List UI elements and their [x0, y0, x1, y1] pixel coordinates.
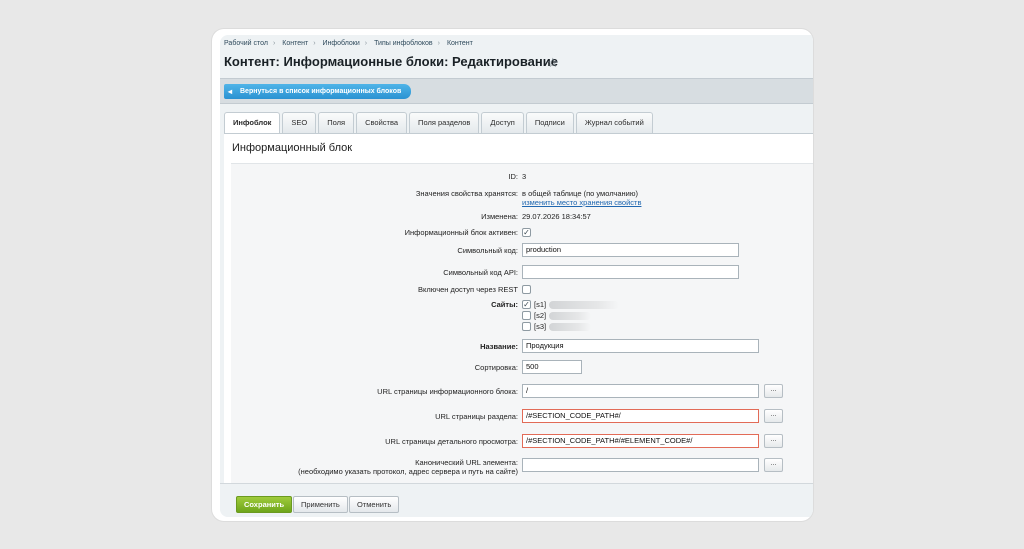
section-url-label: URL страницы раздела: — [435, 412, 518, 421]
sites-label: Сайты: — [491, 300, 518, 309]
code-label: Символьный код: — [457, 246, 518, 255]
detail-url-browse-button[interactable]: ... — [764, 434, 783, 448]
footer-toolbar: Сохранить Применить Отменить — [220, 483, 813, 517]
breadcrumb-separator: › — [364, 40, 368, 47]
breadcrumb-separator: › — [437, 40, 440, 47]
modified-label: Изменена: — [481, 212, 518, 221]
section-url-input[interactable]: /#SECTION_CODE_PATH#/ — [522, 409, 759, 423]
active-checkbox[interactable]: ✓ — [522, 228, 531, 237]
breadcrumb-item-content[interactable]: Контент — [282, 40, 308, 47]
modified-value: 29.07.2026 18:34:57 — [522, 212, 591, 221]
favorite-star-icon[interactable]: ☆ — [547, 55, 559, 71]
api-code-label: Символьный код API: — [443, 268, 518, 277]
rest-checkbox[interactable] — [522, 285, 531, 294]
save-button[interactable]: Сохранить — [236, 496, 293, 513]
action-bar: ◂ Вернуться в список информационных блок… — [220, 78, 813, 104]
breadcrumb-item-iblocks[interactable]: Инфоблоки — [322, 40, 359, 47]
detail-url-label: URL страницы детального просмотра: — [385, 437, 518, 446]
tab-properties[interactable]: Свойства — [356, 112, 408, 133]
list-url-browse-button[interactable]: ... — [764, 384, 783, 398]
breadcrumb-item-iblock-types[interactable]: Типы инфоблоков — [374, 40, 433, 47]
breadcrumb: Рабочий стол › Контент › Инфоблоки › Типы и… — [224, 40, 473, 47]
canonical-url-browse-button[interactable]: ... — [764, 458, 783, 472]
code-input[interactable]: production — [522, 243, 739, 257]
tab-fields[interactable]: Поля — [318, 112, 355, 133]
change-storage-link[interactable]: изменить место хранения свойств — [522, 198, 641, 207]
storage-label: Значения свойства хранятся: — [415, 189, 518, 198]
site-s1-code: [s1] — [534, 300, 547, 309]
site-s2-checkbox[interactable] — [522, 311, 531, 320]
storage-value: в общей таблице (по умолчанию) — [522, 189, 638, 198]
breadcrumb-separator: › — [272, 40, 276, 47]
name-label: Название: — [480, 342, 518, 351]
tab-bar: Инфоблок SEO Поля Свойства Поля разделов Дост… — [224, 112, 655, 134]
back-arrow-icon: ◂ — [228, 87, 233, 96]
site-s2-code: [s2] — [534, 311, 547, 320]
canonical-url-input[interactable] — [522, 458, 759, 472]
site-s2-name-blurred — [549, 312, 591, 320]
page-title: Контент: Информационные блоки: Редактиро… — [224, 54, 558, 69]
site-s1-checkbox[interactable]: ✓ — [522, 300, 531, 309]
breadcrumb-item-current[interactable]: Контент — [447, 40, 473, 47]
tab-captions[interactable]: Подписи — [525, 112, 574, 133]
back-to-list-button[interactable]: ◂ Вернуться в список информационных блок… — [224, 84, 412, 99]
site-s1-name-blurred — [549, 301, 619, 309]
tab-content: Информационный блок ID: 3 Значения свойс… — [224, 133, 813, 484]
section-title: Информационный блок — [232, 142, 353, 154]
tab-iblock[interactable]: Инфоблок — [224, 112, 281, 134]
tab-section-fields[interactable]: Поля разделов — [409, 112, 480, 133]
sort-label: Сортировка: — [474, 363, 518, 372]
section-url-browse-button[interactable]: ... — [764, 409, 783, 423]
form-area: ID: 3 Значения свойства хранятся: в обще… — [231, 163, 813, 484]
breadcrumb-item-desktop[interactable]: Рабочий стол — [224, 40, 268, 47]
tab-seo[interactable]: SEO — [282, 112, 317, 133]
tab-access[interactable]: Доступ — [481, 112, 524, 133]
name-input[interactable]: Продукция — [522, 339, 759, 353]
api-code-input[interactable] — [522, 265, 739, 279]
rest-label: Включен доступ через REST — [417, 285, 518, 294]
apply-button[interactable]: Применить — [293, 496, 348, 513]
canonical-url-hint: (необходимо указать протокол, адрес серв… — [298, 467, 518, 476]
detail-url-input[interactable]: /#SECTION_CODE_PATH#/#ELEMENT_CODE#/ — [522, 434, 759, 448]
site-s3-name-blurred — [549, 323, 591, 331]
cancel-button[interactable]: Отменить — [349, 496, 400, 513]
window-frame: Рабочий стол › Контент › Инфоблоки › Типы и… — [212, 29, 813, 521]
active-label: Информационный блок активен: — [404, 228, 518, 237]
sort-input[interactable]: 500 — [522, 360, 582, 374]
list-url-input[interactable]: / — [522, 384, 759, 398]
list-url-label: URL страницы информационного блока: — [377, 387, 518, 396]
site-s3-code: [s3] — [534, 322, 547, 331]
admin-panel: Рабочий стол › Контент › Инфоблоки › Типы и… — [220, 35, 813, 517]
id-value: 3 — [522, 172, 527, 181]
id-label: ID: — [508, 172, 518, 181]
breadcrumb-separator: › — [313, 40, 316, 47]
tab-event-log[interactable]: Журнал событий — [575, 112, 653, 133]
canonical-url-label: Канонический URL элемента: — [415, 458, 518, 467]
site-s3-checkbox[interactable] — [522, 322, 531, 331]
back-to-list-label: Вернуться в список информационных блоков — [240, 88, 402, 95]
